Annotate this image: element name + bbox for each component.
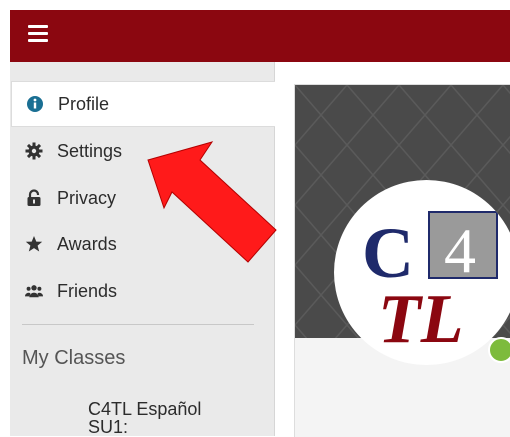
sidebar-item-settings[interactable]: Settings [11, 129, 274, 173]
sidebar-item-label: Profile [58, 93, 110, 114]
online-status-badge [488, 337, 510, 363]
class-list-item[interactable]: C4TL Español SU1: [88, 400, 238, 436]
info-circle-icon [26, 95, 44, 113]
logo-letters-tl: TL [378, 281, 464, 358]
sidebar-item-label: Privacy [57, 187, 117, 208]
logo-box-number: 4 [444, 215, 476, 286]
c4tl-logo-icon: C 4 TL [362, 211, 498, 358]
sidebar-item-label: Settings [57, 140, 123, 161]
sidebar-item-privacy[interactable]: Privacy [11, 176, 274, 220]
section-title-my-classes: My Classes [22, 347, 126, 369]
star-icon [25, 235, 43, 253]
hamburger-menu-icon[interactable] [28, 25, 48, 43]
sidebar-item-label: Awards [57, 233, 117, 254]
sidebar-item-profile[interactable]: Profile [11, 81, 275, 127]
sidebar-divider [22, 324, 254, 325]
top-bar [10, 10, 510, 62]
sidebar-item-label: Friends [57, 280, 118, 301]
users-icon [25, 282, 43, 300]
window-frame [0, 0, 510, 10]
sidebar-item-awards[interactable]: Awards [11, 222, 274, 266]
sidebar-item-friends[interactable]: Friends [11, 269, 274, 313]
lock-icon [25, 189, 43, 207]
avatar[interactable]: C 4 TL [334, 180, 510, 365]
gear-icon [25, 142, 43, 160]
